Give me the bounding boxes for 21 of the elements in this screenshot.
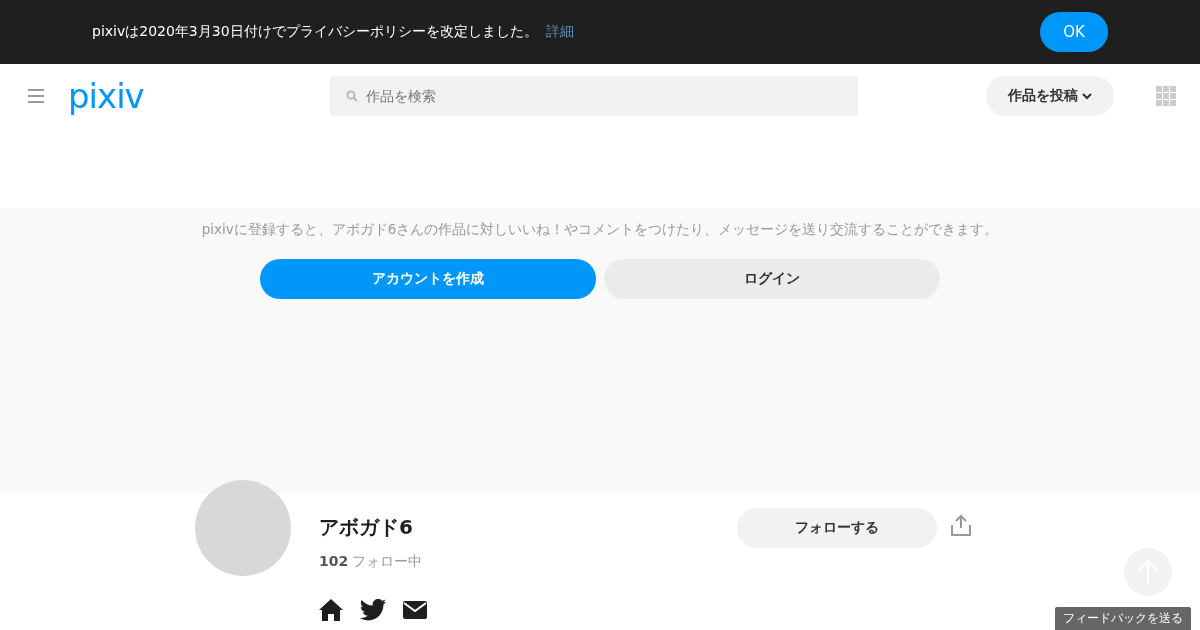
share-icon[interactable] xyxy=(951,514,971,536)
create-account-button[interactable]: アカウントを作成 xyxy=(260,259,596,299)
notice-message: pixivは2020年3月30日付けでプライバシーポリシーを改定しました。 xyxy=(92,23,538,41)
following-count[interactable]: 102 フォロー中 xyxy=(319,553,737,571)
user-name: アボガド6 xyxy=(319,514,414,541)
chevron-down-icon xyxy=(1082,92,1092,100)
app-grid-icon[interactable] xyxy=(1156,86,1176,106)
feedback-button[interactable]: フィードバックを送る xyxy=(1055,607,1191,630)
login-button[interactable]: ログイン xyxy=(604,259,940,299)
post-work-button[interactable]: 作品を投稿 xyxy=(986,76,1114,116)
follow-button[interactable]: フォローする xyxy=(737,508,937,548)
details-link[interactable]: 詳細 xyxy=(545,23,574,41)
ok-button[interactable]: OK xyxy=(1040,12,1108,52)
search-field[interactable]: 作品を検索 xyxy=(329,76,858,116)
logo[interactable]: pixiv xyxy=(68,76,144,116)
signup-message: pixivに登録すると、アボガド6さんの作品に対しいいね！やコメントをつけたり、メッセージを送り交流することができます。 xyxy=(201,221,999,239)
menu-icon[interactable] xyxy=(28,89,44,103)
bird-icon[interactable] xyxy=(359,599,387,621)
home-icon[interactable] xyxy=(319,599,343,621)
mail-icon[interactable] xyxy=(403,601,427,619)
search-icon xyxy=(345,90,358,102)
